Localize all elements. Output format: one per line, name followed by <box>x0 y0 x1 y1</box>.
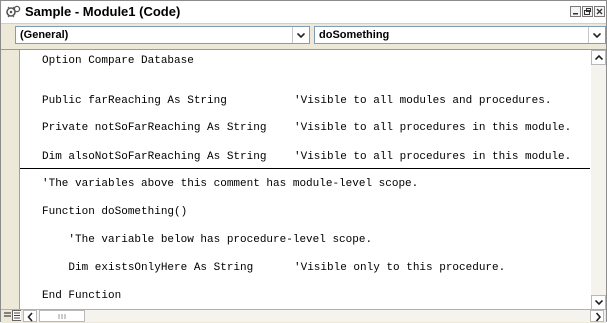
procedure-combo-value: doSomething <box>319 29 390 41</box>
close-button[interactable] <box>594 6 605 17</box>
code-comment: 'Visible to all modules and procedures. <box>294 95 552 107</box>
window-title: Sample - Module1 (Code) <box>25 4 181 19</box>
margin-indicator-bar[interactable] <box>1 50 20 310</box>
full-module-view-icon[interactable] <box>12 310 21 321</box>
code-line[interactable]: Public farReaching As String 'Visible to … <box>42 95 551 107</box>
code-window: Sample - Module1 (Code) (General) doSome… <box>0 0 607 323</box>
chevron-up-icon <box>595 55 603 60</box>
scroll-down-button[interactable] <box>591 295 606 310</box>
code-text: 'The variable below has procedure-level … <box>42 234 373 246</box>
title-bar[interactable]: Sample - Module1 (Code) <box>1 1 606 24</box>
code-text: Dim existsOnlyHere As String <box>42 262 254 274</box>
restore-icon <box>584 8 591 15</box>
object-combo-value: (General) <box>20 29 69 41</box>
code-text: End Function <box>42 290 122 302</box>
module-icon <box>6 5 21 18</box>
chevron-down-icon <box>297 33 305 38</box>
scroll-up-button[interactable] <box>591 50 606 65</box>
procedure-combo[interactable]: doSomething <box>314 26 606 44</box>
code-text: 'The variables above this comment has mo… <box>42 178 419 190</box>
code-line[interactable]: Dim alsoNotSoFarReaching As String 'Visib… <box>42 151 571 163</box>
procedure-combo-dropdown-button[interactable] <box>588 27 605 43</box>
horizontal-scroll-thumb[interactable] <box>39 310 85 322</box>
object-combo[interactable]: (General) <box>15 26 310 44</box>
minimize-icon <box>573 13 578 15</box>
chevron-down-icon <box>593 33 601 38</box>
code-comment: 'Visible only to this procedure. <box>294 262 506 274</box>
code-line[interactable]: 'The variable below has procedure-level … <box>42 234 372 246</box>
code-text: Option Compare Database <box>42 55 194 67</box>
code-line[interactable]: Function doSomething() <box>42 206 187 218</box>
scroll-left-button[interactable] <box>23 310 37 322</box>
vertical-scrollbar[interactable] <box>591 50 606 310</box>
procedure-separator <box>20 168 590 169</box>
code-text: Public farReaching As String <box>42 95 227 107</box>
code-line[interactable]: End Function <box>42 290 121 302</box>
code-text: Private notSoFarReaching As String <box>42 122 267 134</box>
chevron-down-icon <box>595 300 603 305</box>
grip-icon <box>58 314 66 319</box>
combo-row: (General) doSomething <box>1 24 606 48</box>
procedure-view-icon[interactable] <box>3 310 12 321</box>
code-pane: Option Compare Database Public farReachi… <box>1 49 606 310</box>
code-line[interactable]: 'The variables above this comment has mo… <box>42 178 418 190</box>
code-line[interactable]: Dim existsOnlyHere As String 'Visible onl… <box>42 262 505 274</box>
scroll-right-button[interactable] <box>590 310 604 322</box>
close-icon <box>596 8 603 15</box>
chevron-left-icon <box>27 312 33 322</box>
code-line[interactable]: Option Compare Database <box>42 55 194 67</box>
horizontal-scrollbar[interactable] <box>23 310 605 322</box>
code-comment: 'Visible to all procedures in this modul… <box>294 151 572 163</box>
minimize-button[interactable] <box>570 6 581 17</box>
code-comment: 'Visible to all procedures in this modul… <box>294 122 572 134</box>
code-text: Dim alsoNotSoFarReaching As String <box>42 151 267 163</box>
code-line[interactable]: Private notSoFarReaching As String 'Visib… <box>42 122 571 134</box>
restore-button[interactable] <box>582 6 593 17</box>
code-text: Function doSomething() <box>42 206 188 218</box>
code-editor[interactable]: Option Compare Database Public farReachi… <box>20 50 590 310</box>
bottom-bar <box>1 309 606 323</box>
chevron-right-icon <box>595 312 602 322</box>
object-combo-dropdown-button[interactable] <box>292 27 309 43</box>
